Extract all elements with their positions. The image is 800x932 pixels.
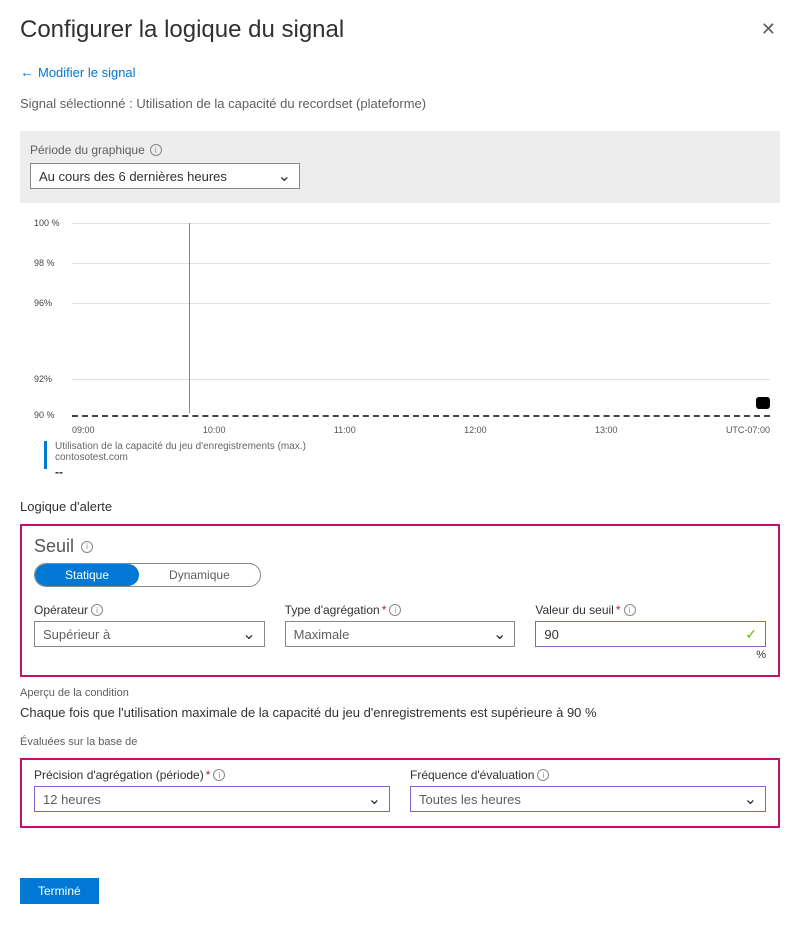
chevron-down-icon: [744, 792, 757, 807]
info-icon[interactable]: i: [537, 769, 549, 781]
chart-period-value: Au cours des 6 dernières heures: [39, 169, 227, 184]
legend-series-name: Utilisation de la capacité du jeu d'enre…: [55, 441, 306, 452]
chart-hover-line: [189, 223, 190, 413]
info-icon[interactable]: i: [624, 604, 636, 616]
frequency-label: Fréquence d'évaluation i: [410, 768, 766, 782]
info-icon[interactable]: i: [91, 604, 103, 616]
done-button[interactable]: Terminé: [20, 878, 99, 904]
info-icon[interactable]: i: [389, 604, 401, 616]
checkmark-icon: ✓: [745, 626, 757, 643]
condition-preview-text: Chaque fois que l'utilisation maximale d…: [20, 705, 780, 720]
chevron-down-icon: [278, 169, 291, 184]
chart-legend: Utilisation de la capacité du jeu d'enre…: [44, 441, 780, 479]
chart-period-section: Période du graphique i Au cours des 6 de…: [20, 131, 780, 203]
chart-period-select[interactable]: Au cours des 6 dernières heures: [30, 163, 300, 189]
chart-y-tick: 90 %: [34, 410, 55, 420]
evaluation-config-box: Précision d'agrégation (période)* i 12 h…: [20, 758, 780, 828]
frequency-select[interactable]: Toutes les heures: [410, 786, 766, 812]
evaluated-label: Évaluées sur la base de: [20, 736, 780, 748]
back-link-label: Modifier le signal: [38, 65, 136, 80]
back-link[interactable]: ← Modifier le signal: [20, 64, 136, 80]
legend-resource: contosotest.com: [55, 452, 306, 463]
legend-color-bar: [44, 441, 47, 469]
chart-threshold-line: [72, 415, 770, 417]
toggle-dynamic[interactable]: Dynamique: [139, 564, 260, 586]
info-icon[interactable]: i: [213, 769, 225, 781]
operator-select[interactable]: Supérieur à: [34, 621, 265, 647]
aggregation-label: Type d'agrégation* i: [285, 603, 516, 617]
legend-value: --: [55, 465, 306, 479]
metric-chart: 100 % 98 % 96% 92% 90 % 09:00 10:00 11:0…: [44, 223, 780, 479]
close-icon[interactable]: ✕: [757, 16, 780, 42]
info-icon[interactable]: i: [150, 144, 162, 156]
chart-y-tick: 96%: [34, 298, 52, 308]
chevron-down-icon: [242, 627, 255, 642]
aggregation-type-select[interactable]: Maximale: [285, 621, 516, 647]
arrow-left-icon: ←: [20, 64, 34, 80]
threshold-type-toggle[interactable]: Statique Dynamique: [34, 563, 261, 587]
signal-selected-text: Signal sélectionné : Utilisation de la c…: [20, 96, 780, 111]
granularity-label: Précision d'agrégation (période)* i: [34, 768, 390, 782]
threshold-value-input[interactable]: 90 ✓: [535, 621, 766, 647]
chart-period-label: Période du graphique i: [30, 143, 770, 157]
page-title: Configurer la logique du signal: [20, 16, 344, 44]
operator-label: Opérateur i: [34, 603, 265, 617]
condition-preview-label: Aperçu de la condition: [20, 687, 780, 699]
threshold-value-label: Valeur du seuil* i: [535, 603, 766, 617]
chart-y-tick: 98 %: [34, 258, 55, 268]
chart-y-tick: 92%: [34, 374, 52, 384]
threshold-title: Seuil i: [34, 536, 766, 557]
chart-x-axis: 09:00 10:00 11:00 12:00 13:00 UTC-07:00: [72, 425, 770, 435]
alert-logic-section-title: Logique d'alerte: [20, 499, 780, 514]
chevron-down-icon: [368, 792, 381, 807]
chart-y-tick: 100 %: [34, 218, 60, 228]
chevron-down-icon: [493, 627, 506, 642]
panel-header: Configurer la logique du signal ✕: [20, 16, 780, 44]
threshold-config-box: Seuil i Statique Dynamique Opérateur i S…: [20, 524, 780, 677]
threshold-unit: %: [535, 649, 766, 661]
toggle-static[interactable]: Statique: [35, 564, 139, 586]
granularity-select[interactable]: 12 heures: [34, 786, 390, 812]
chart-data-point: [756, 397, 770, 409]
info-icon[interactable]: i: [81, 541, 93, 553]
